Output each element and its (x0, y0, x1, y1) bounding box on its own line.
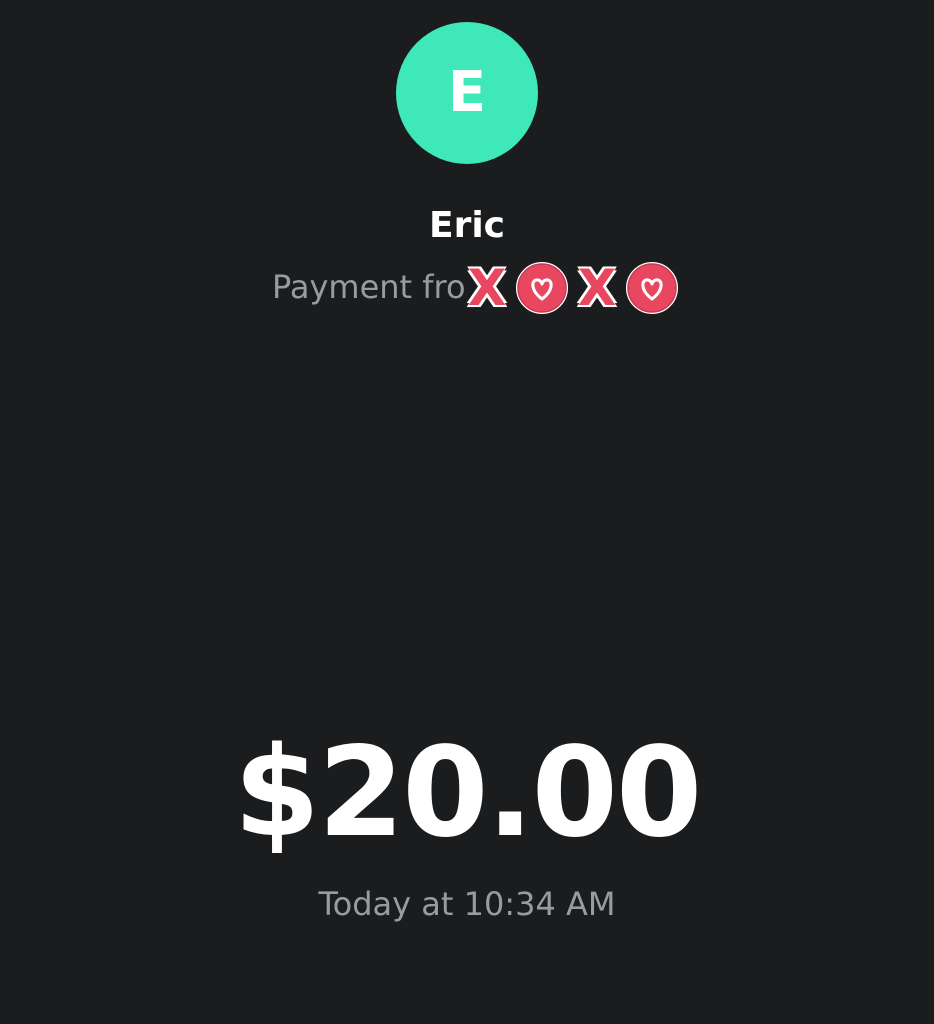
sticker-x-icon: X (467, 259, 507, 317)
sticker-heart-o-icon (624, 260, 680, 316)
sticker-heart-o-icon (514, 260, 570, 316)
payment-detail-screen: E Eric Payment fro X X $20.00 Today at 1… (0, 0, 934, 1024)
payment-amount: $20.00 (233, 721, 703, 865)
sticker-x-icon: X (577, 259, 617, 317)
avatar-initial: E (447, 60, 487, 125)
avatar[interactable]: E (396, 22, 538, 164)
xoxo-sticker: X X (460, 260, 684, 316)
recipient-name: Eric (428, 205, 506, 246)
payment-note: Payment fro X X (272, 262, 692, 314)
payment-timestamp: Today at 10:34 AM (318, 885, 616, 923)
payment-description: Payment fro (272, 268, 466, 306)
